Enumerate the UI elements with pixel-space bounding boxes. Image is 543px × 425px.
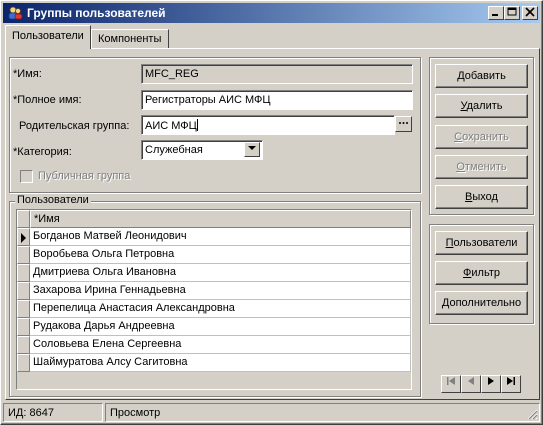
- browse-parent-button[interactable]: [395, 116, 412, 132]
- category-dropdown-button[interactable]: [244, 142, 260, 157]
- more-label: ополнительно: [449, 297, 522, 309]
- add-hotkey: Д: [457, 70, 465, 82]
- parent-group-field[interactable]: АИС МФЦ: [141, 115, 395, 135]
- category-label: *Категория:: [13, 146, 72, 158]
- filter-button[interactable]: Фильтр: [435, 261, 528, 285]
- close-button[interactable]: [522, 6, 538, 20]
- nav-prev-icon: [468, 377, 474, 385]
- save-hotkey: С: [454, 131, 463, 143]
- users-button[interactable]: Пользователи: [435, 231, 528, 255]
- users-group-title: Пользователи: [15, 194, 91, 206]
- add-button[interactable]: Добавить: [435, 64, 528, 88]
- parent-group-value: АИС МФЦ: [145, 120, 197, 132]
- user-name-cell[interactable]: Шаймуратова Алсу Сагитовна: [30, 354, 411, 372]
- user-name-cell[interactable]: Воробьева Ольга Петровна: [30, 246, 411, 264]
- users-hotkey: П: [445, 237, 454, 249]
- name-field[interactable]: MFC_REG: [141, 64, 413, 84]
- table-row[interactable]: Захарова Ирина Геннадьевна: [17, 282, 411, 300]
- tab-components[interactable]: Компоненты: [91, 29, 169, 49]
- maximize-icon: [507, 7, 517, 16]
- row-indicator: [17, 246, 30, 264]
- user-name-cell[interactable]: Захарова Ирина Геннадьевна: [30, 282, 411, 300]
- save-label: охранить: [462, 131, 509, 143]
- delete-label: далить: [466, 100, 503, 112]
- grid-header: *Имя: [17, 210, 411, 228]
- exit-button[interactable]: Выход: [435, 185, 528, 209]
- name-label: *Имя:: [13, 68, 42, 80]
- grid-header-indicator: [17, 210, 30, 228]
- more-button[interactable]: Дополнительно: [435, 291, 528, 315]
- user-name-cell[interactable]: Дмитриева Ольга Ивановна: [30, 264, 411, 282]
- nav-next-button[interactable]: [481, 375, 501, 393]
- users-app-icon: [8, 6, 23, 20]
- minimize-icon: [492, 14, 498, 16]
- save-button[interactable]: Сохранить: [435, 125, 528, 149]
- row-indicator: [17, 336, 30, 354]
- tab-users[interactable]: Пользователи: [5, 25, 91, 49]
- user-name-cell[interactable]: Перепелица Анастасия Александровна: [30, 300, 411, 318]
- parent-group-label: Родительская группа:: [19, 120, 130, 132]
- public-group-checkbox[interactable]: [20, 170, 33, 183]
- row-indicator: [17, 354, 30, 372]
- resize-grip-icon[interactable]: [526, 408, 538, 420]
- row-indicator: [17, 318, 30, 336]
- cancel-hotkey: О: [456, 161, 465, 173]
- user-name-cell[interactable]: Богданов Матвей Леонидович: [30, 228, 411, 246]
- category-select[interactable]: Служебная: [141, 140, 263, 160]
- cancel-label: тменить: [464, 161, 507, 173]
- row-indicator: [17, 300, 30, 318]
- nav-first-button[interactable]: [441, 375, 461, 393]
- user-name-cell[interactable]: Рудакова Дарья Андреевна: [30, 318, 411, 336]
- chevron-down-icon: [248, 146, 256, 150]
- add-label: обавить: [464, 70, 506, 82]
- maximize-button[interactable]: [504, 6, 520, 20]
- minimize-button[interactable]: [488, 6, 504, 20]
- table-row[interactable]: Богданов Матвей Леонидович: [17, 228, 411, 246]
- ellipsis-icon: [399, 122, 408, 124]
- public-group-label: Публичная группа: [38, 170, 131, 182]
- title-bar[interactable]: Группы пользователей: [3, 3, 540, 23]
- nav-last-icon: [507, 377, 515, 385]
- exit-label: ыход: [472, 191, 498, 203]
- fullname-label: *Полное имя:: [13, 94, 82, 106]
- groups-window: Группы пользователей Пользователи Компон…: [0, 0, 543, 425]
- status-bar: ИД: 8647 Просмотр: [3, 403, 540, 422]
- status-mode: Просмотр: [105, 403, 540, 422]
- fullname-field[interactable]: Регистраторы АИС МФЦ: [141, 90, 413, 110]
- table-row[interactable]: Дмитриева Ольга Ивановна: [17, 264, 411, 282]
- nav-first-icon: [447, 377, 455, 385]
- row-indicator: [17, 228, 30, 246]
- text-caret: [196, 119, 198, 131]
- nav-last-button[interactable]: [501, 375, 521, 393]
- nav-next-icon: [488, 377, 494, 385]
- close-icon: [525, 7, 535, 17]
- column-header-name[interactable]: *Имя: [30, 210, 411, 228]
- nav-prev-button[interactable]: [461, 375, 481, 393]
- table-row[interactable]: Рудакова Дарья Андреевна: [17, 318, 411, 336]
- table-row[interactable]: Соловьева Елена Сергеевна: [17, 336, 411, 354]
- cancel-button[interactable]: Отменить: [435, 155, 528, 179]
- users-label: ользователи: [453, 237, 518, 249]
- table-row[interactable]: Шаймуратова Алсу Сагитовна: [17, 354, 411, 372]
- user-name-cell[interactable]: Соловьева Елена Сергеевна: [30, 336, 411, 354]
- current-row-pointer-icon: [21, 233, 26, 243]
- row-indicator: [17, 264, 30, 282]
- delete-button[interactable]: Удалить: [435, 94, 528, 118]
- table-row[interactable]: Перепелица Анастасия Александровна: [17, 300, 411, 318]
- status-id: ИД: 8647: [3, 403, 103, 422]
- category-value: Служебная: [145, 144, 203, 156]
- users-grid[interactable]: *Имя Богданов Матвей Леонидович Воробьев…: [16, 209, 412, 390]
- row-indicator: [17, 282, 30, 300]
- filter-label: ильтр: [471, 267, 500, 279]
- window-title: Группы пользователей: [27, 6, 166, 20]
- table-row[interactable]: Воробьева Ольга Петровна: [17, 246, 411, 264]
